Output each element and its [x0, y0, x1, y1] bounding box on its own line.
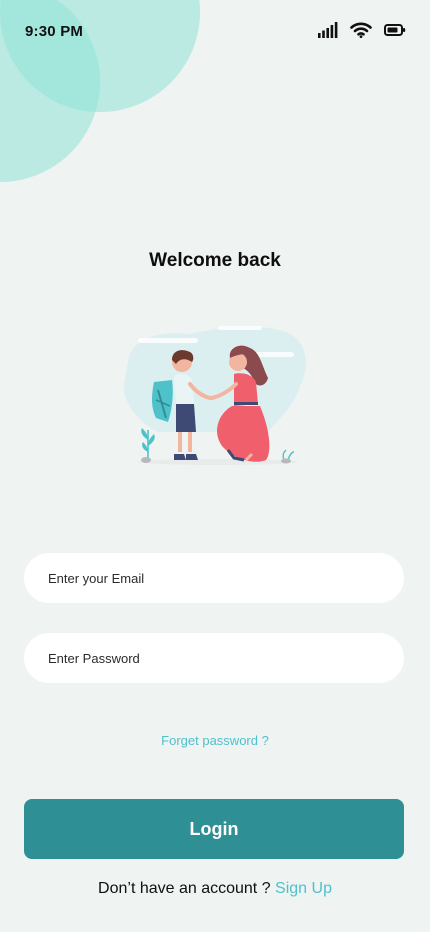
forgot-password-link[interactable]: Forget password ? [0, 733, 430, 748]
signup-prompt: Don’t have an account ? [98, 880, 271, 897]
battery-icon [384, 24, 406, 36]
page-title: Welcome back [149, 250, 281, 271]
email-input[interactable] [24, 553, 404, 603]
status-bar: 9:30 PM [0, 0, 430, 64]
password-input[interactable] [24, 633, 404, 683]
status-icons [318, 22, 406, 38]
login-button[interactable]: Login [24, 799, 404, 859]
wifi-icon [350, 22, 372, 38]
welcome-illustration [118, 322, 312, 472]
signup-link[interactable]: Sign Up [275, 880, 332, 897]
status-time: 9:30 PM [25, 23, 84, 40]
signal-icon [318, 22, 338, 38]
login-screen: 9:30 PM Welcome back Enter your Email Fo… [0, 0, 430, 932]
signup-row: Don’t have an account ? Sign Up [0, 880, 430, 898]
